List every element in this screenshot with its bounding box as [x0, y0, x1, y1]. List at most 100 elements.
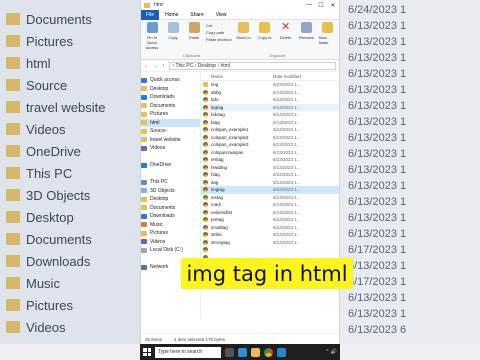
taskbar-search-input[interactable]: Type here to search	[155, 346, 221, 358]
tab-home[interactable]: Home	[159, 12, 184, 18]
maximize-button[interactable]: ☐	[315, 2, 327, 9]
file-row[interactable]: img 6/23/2023 1...	[201, 81, 339, 89]
file-row[interactable]: smalltag 6/13/2023 1...	[201, 224, 339, 232]
file-row[interactable]: itag 6/13/2023 1...	[201, 179, 339, 187]
file-row[interactable]: heading 6/13/2023 1...	[201, 164, 339, 172]
nav-item-label: Documents	[150, 102, 176, 109]
background-sidebar-item: Videos	[6, 118, 66, 140]
background-date: 6/17/2023 1	[348, 244, 407, 256]
nav-item[interactable]: Documents	[141, 102, 200, 111]
file-row[interactable]: abbg 6/13/2023 1...	[201, 89, 339, 97]
file-row[interactable]: colspan_example2 6/13/2023 1...	[201, 134, 339, 142]
copy-button[interactable]: Copy	[164, 22, 182, 59]
column-header-name[interactable]: Name	[201, 74, 273, 79]
background-sidebar-label: Videos	[26, 121, 66, 137]
background-sidebar-label: html	[26, 55, 51, 71]
nav-item[interactable]: Source	[141, 127, 200, 136]
file-row[interactable]: strike 6/13/2023 1...	[201, 231, 339, 239]
up-arrow-icon[interactable]: ↑	[162, 63, 165, 69]
file-row[interactable]: instag 6/13/2023 1...	[201, 194, 339, 202]
background-date: 6/13/2023 1	[348, 84, 407, 96]
tab-view[interactable]: View	[210, 12, 233, 18]
window-controls: — ☐ ✕	[303, 2, 339, 9]
paste-shortcut-button[interactable]: Paste shortcut	[206, 37, 232, 42]
pin-quick-access-button[interactable]: Pin to Quick access	[143, 22, 161, 59]
file-name: pretag	[211, 217, 224, 223]
nav-item[interactable]: Documents	[141, 204, 200, 213]
file-row[interactable]: colspan_example1 6/13/2023 1...	[201, 126, 339, 134]
nav-item[interactable]: This PC	[141, 178, 200, 187]
documents-icon	[141, 103, 147, 109]
background-sidebar-item: Source	[6, 74, 67, 96]
selection-info: 1 item selected 175 bytes	[174, 336, 226, 342]
rename-button[interactable]: Rename	[298, 22, 316, 59]
nav-item[interactable]: OneDrive	[141, 161, 200, 170]
file-row[interactable]: bdo 6/13/2023 1...	[201, 96, 339, 104]
vscode-icon[interactable]	[277, 347, 286, 357]
nav-item[interactable]: Quick access	[141, 76, 200, 85]
file-name: bdotag	[211, 112, 225, 118]
file-row[interactable]: bdotag 6/13/2023 1...	[201, 111, 339, 119]
file-row[interactable]: colspanrowspan 6/13/2023 1...	[201, 149, 339, 157]
back-arrow-icon[interactable]: ←	[144, 63, 149, 69]
close-button[interactable]: ✕	[327, 2, 339, 9]
nav-item[interactable]: 3D Objects	[141, 187, 200, 196]
cube-icon	[141, 188, 147, 194]
address-bar[interactable]: › This PC › Desktop › html	[168, 61, 336, 70]
tab-share[interactable]: Share	[184, 12, 209, 18]
nav-item[interactable]: Pictures	[141, 110, 200, 119]
file-row[interactable]: htag 6/22/2023 1...	[201, 171, 339, 179]
file-row[interactable]: btag 6/13/2023 1...	[201, 119, 339, 127]
copy-path-button[interactable]: Copy path	[206, 30, 232, 35]
file-row[interactable]: imgtag 6/23/2023 1...	[201, 186, 339, 194]
column-header-date[interactable]: Date modified	[273, 74, 301, 79]
nav-item[interactable]: travel website	[141, 136, 200, 145]
new-folder-button[interactable]: New folder	[319, 22, 337, 59]
forward-arrow-icon[interactable]: →	[153, 63, 158, 69]
file-explorer-window: html — ☐ ✕ File Home Share View Pin to Q…	[140, 0, 340, 344]
nav-item-label: OneDrive	[150, 162, 172, 169]
nav-item[interactable]: Local Disk (C:)	[141, 246, 200, 255]
nav-item[interactable]: Pictures	[141, 229, 200, 238]
file-name: colspan_example3	[211, 142, 249, 148]
nav-item[interactable]: html	[141, 118, 200, 127]
minimize-button[interactable]: —	[303, 2, 315, 9]
nav-item[interactable]: Videos	[141, 144, 200, 153]
file-row[interactable]: pretag 6/13/2023 1...	[201, 216, 339, 224]
file-row[interactable]: colspan_example3 6/13/2023 1...	[201, 141, 339, 149]
edge-icon[interactable]	[238, 347, 247, 357]
background-sidebar-item: Videos	[6, 316, 66, 338]
cut-button[interactable]: Cut	[206, 23, 232, 28]
task-view-icon[interactable]	[225, 347, 234, 357]
nav-item-label: Desktop	[150, 196, 169, 203]
folder-icon	[144, 2, 150, 8]
file-row[interactable]: emtag 6/13/2023 1...	[201, 156, 339, 164]
windows-start-icon[interactable]	[143, 348, 151, 356]
explorer-icon[interactable]	[251, 347, 260, 357]
file-row[interactable]: mark 6/13/2023 1...	[201, 201, 339, 209]
chrome-html-file-icon	[203, 104, 208, 110]
nav-item[interactable]: Desktop	[141, 85, 200, 94]
background-date: 6/13/2023 1	[348, 132, 407, 144]
background-sidebar-label: Videos	[26, 319, 66, 335]
tab-file[interactable]: File	[141, 9, 160, 20]
nav-item[interactable]: Desktop	[141, 195, 200, 204]
file-name: colspan_example1	[211, 127, 249, 133]
chrome-html-file-icon	[203, 164, 208, 170]
nav-item[interactable]: Videos	[141, 238, 200, 247]
move-to-button[interactable]: Move to	[235, 22, 253, 59]
folder-icon	[6, 35, 20, 47]
file-row[interactable]	[201, 246, 339, 254]
nav-item[interactable]: Downloads	[141, 93, 200, 102]
chrome-icon[interactable]	[264, 347, 273, 357]
file-row[interactable]: orderedlist 6/13/2023 1...	[201, 209, 339, 217]
file-date: 6/13/2023 1...	[273, 89, 301, 95]
nav-item[interactable]: Music	[141, 221, 200, 230]
background-sidebar-item: travel website	[6, 96, 105, 118]
file-row[interactable]: strongtag 6/13/2023 1...	[201, 239, 339, 247]
nav-item[interactable]: Downloads	[141, 212, 200, 221]
file-row[interactable]: bigtag 6/13/2023 1...	[201, 103, 339, 111]
nav-item-label: Videos	[150, 238, 166, 245]
background-date-column: 6/24/2023 1 6/13/2023 1 6/13/2023 1 6/13/20…	[340, 0, 480, 344]
item-count: 25 items	[145, 336, 163, 342]
